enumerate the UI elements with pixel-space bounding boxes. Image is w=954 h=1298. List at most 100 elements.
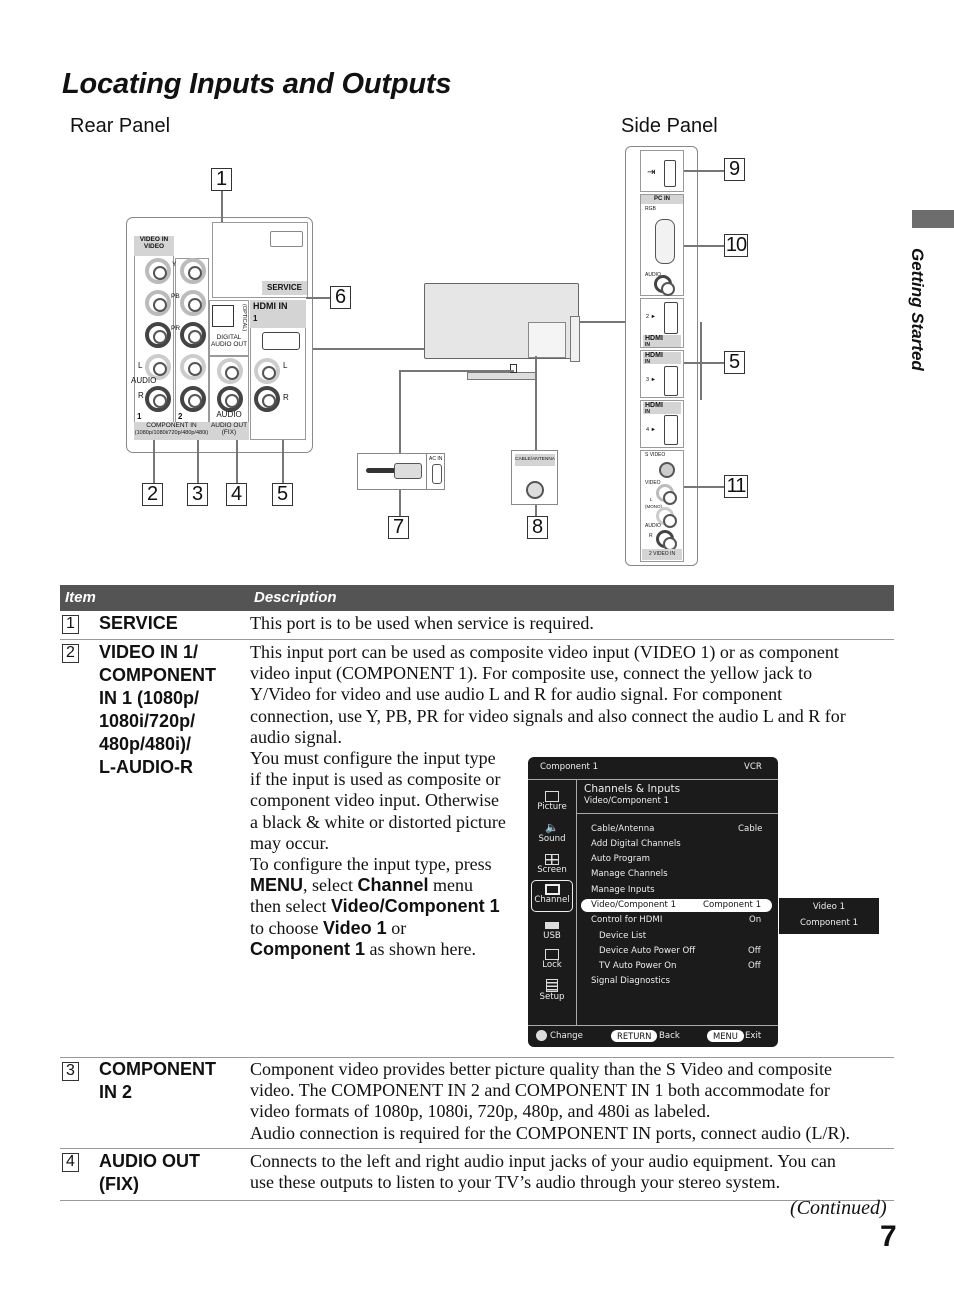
input-2-label: 2 — [178, 412, 183, 421]
l-mono-label: L (MONO) — [645, 497, 662, 509]
service-port — [270, 231, 303, 247]
pr-jack-1 — [145, 322, 171, 348]
menu-key[interactable]: MENU — [707, 1030, 744, 1042]
optical-port — [212, 305, 234, 327]
service-label: SERVICE — [262, 281, 307, 295]
callout-8: 8 — [527, 516, 548, 539]
osd-item-label[interactable]: Device List — [599, 931, 646, 941]
tv-connector-area — [528, 322, 566, 358]
osd-sidebar-setup[interactable]: Setup — [528, 979, 576, 1002]
osd-sidebar-usb[interactable]: USB — [528, 920, 576, 941]
row-number: 4 — [62, 1153, 79, 1172]
audio-r-jack-1 — [145, 386, 171, 412]
audio-label: AUDIO — [131, 376, 157, 385]
video-in-label: VIDEO IN VIDEO — [134, 236, 174, 256]
desc-line: video. The COMPONENT IN 2 and COMPONENT … — [250, 1080, 830, 1101]
osd-item-label[interactable]: Device Auto Power Off — [599, 946, 695, 956]
osd-sidebar-channel[interactable]: Channel — [531, 880, 573, 912]
audio-out-audio-label: AUDIO — [216, 410, 242, 419]
desc-line: audio signal. — [250, 726, 342, 747]
desc-line: video input (COMPONENT 1). For composite… — [250, 663, 813, 684]
osd-submenu-option[interactable]: Video 1 — [779, 902, 879, 912]
osd-sidebar-lock[interactable]: Lock — [528, 949, 576, 970]
hdmi-3-port — [664, 366, 678, 396]
fix-text: (FIX) — [221, 429, 237, 436]
speaker-icon: 🔈 — [545, 821, 559, 834]
tv-to-side-line — [580, 321, 626, 323]
desc-line: connection, use Y, PB, PR for video sign… — [250, 705, 846, 726]
osd-submenu-option[interactable]: Component 1 — [779, 918, 879, 928]
ac-in-label: AC IN — [429, 456, 443, 462]
callout-5-side: 5 — [724, 351, 745, 374]
osd-sidebar-picture[interactable]: Picture — [528, 791, 576, 812]
osd-item-label[interactable]: Manage Channels — [591, 869, 668, 879]
osd-divider — [528, 779, 778, 780]
hdmi-in-label: HDMI IN 1 — [250, 300, 306, 328]
ac-divider — [426, 454, 427, 489]
hdmi-2-in-label: HDMI IN — [643, 335, 681, 348]
usb-port — [664, 160, 676, 187]
osd-item-label[interactable]: Control for HDMI — [591, 915, 662, 925]
desc-text: , select — [303, 875, 358, 896]
hdmi-audio-l-jack — [254, 358, 280, 384]
osd-item-label[interactable]: Add Digital Channels — [591, 839, 681, 849]
desc-text: to choose — [250, 917, 323, 938]
callout-3: 3 — [187, 483, 208, 506]
osd-item-label[interactable]: Manage Inputs — [591, 885, 655, 895]
hdmi-3-text: HDMI — [645, 352, 663, 359]
rgb-label: RGB — [645, 206, 656, 212]
osd-sidebar-screen[interactable]: Screen — [528, 854, 576, 875]
audio-r-jack-2 — [180, 386, 206, 412]
osd-item-label[interactable]: Auto Program — [591, 854, 650, 864]
page-title: Locating Inputs and Outputs — [62, 68, 452, 100]
osd-submenu: Video 1 Component 1 — [779, 898, 879, 934]
title-line: VIDEO IN 1/ — [99, 642, 199, 662]
osd-item-label[interactable]: Cable/Antenna — [591, 824, 654, 834]
hdmi-2-in-text: IN — [645, 342, 650, 348]
side-panel-label: Side Panel — [621, 115, 718, 137]
title-line: COMPONENT — [99, 1059, 216, 1079]
osd-title-divider — [577, 813, 778, 814]
hdmi-3-in-label: HDMI IN — [643, 352, 681, 365]
lock-icon — [545, 949, 559, 960]
table-header: Item Description — [60, 585, 894, 611]
usb-icon — [545, 922, 559, 929]
osd-item-selected[interactable]: Video/Component 1 Component 1 — [581, 899, 772, 912]
return-key[interactable]: RETURN — [611, 1030, 658, 1042]
hdmi-3-label: 3 ► — [646, 377, 657, 383]
callout-10: 10 — [724, 234, 748, 257]
callout-line-11 — [684, 486, 724, 488]
osd-item-value: Component 1 — [703, 900, 762, 910]
video-jack-1 — [145, 258, 171, 284]
row-title: VIDEO IN 1/ COMPONENT IN 1 (1080p/ 1080i… — [99, 641, 216, 779]
osd-item-label[interactable]: Signal Diagnostics — [591, 976, 670, 986]
osd-item-label[interactable]: TV Auto Power On — [599, 961, 676, 971]
desc-text: or — [386, 917, 407, 938]
row-divider — [60, 1200, 894, 1201]
ac-socket-icon — [432, 464, 442, 484]
antenna-line — [535, 356, 537, 450]
component-formats-text: (1080p/1080i/720p/480p/480i) — [134, 430, 209, 436]
tv-stand — [467, 372, 537, 380]
title-line: 480p/480i)/ — [99, 734, 192, 754]
osd-item-value: Off — [748, 961, 761, 971]
desc-text: menu — [428, 875, 473, 896]
hdmi-4-port — [664, 415, 678, 445]
side-audio-r-jack — [656, 530, 677, 551]
callout-line-6 — [306, 297, 330, 299]
continued-note: (Continued) — [790, 1197, 887, 1219]
picture-icon — [545, 791, 559, 802]
component1-text: Component 1 — [250, 938, 365, 959]
osd-footer-exit: Exit — [745, 1031, 762, 1041]
desc-line: Component video provides better picture … — [250, 1059, 832, 1079]
side-audio-label: AUDIO — [645, 523, 661, 529]
video-text: VIDEO — [143, 243, 165, 250]
osd-sidebar-sound[interactable]: 🔈 Sound — [528, 821, 576, 845]
pr-jack-2 — [180, 322, 206, 348]
callout-11: 11 — [724, 475, 748, 498]
osd-sidebar-label: Screen — [537, 865, 567, 875]
audio-out-l-jack — [217, 358, 243, 384]
callout-9: 9 — [724, 158, 745, 181]
vga-port — [655, 219, 675, 264]
osd-sidebar-label: Channel — [534, 895, 570, 905]
